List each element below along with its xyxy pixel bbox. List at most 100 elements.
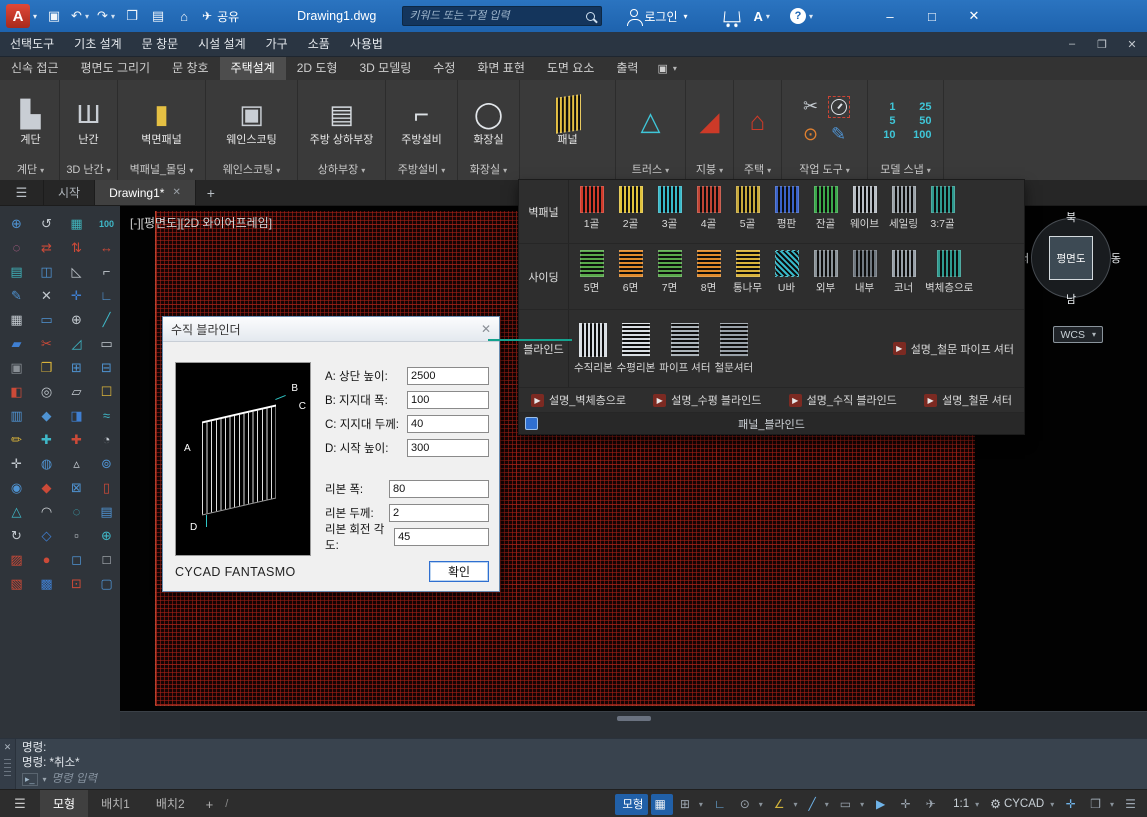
flyout-item[interactable]: 5골 bbox=[729, 185, 766, 232]
tool-icon[interactable]: ▢ bbox=[95, 572, 118, 595]
viewcube-face[interactable]: 평면도 bbox=[1049, 236, 1093, 280]
tool-icon[interactable]: ⊚ bbox=[95, 452, 118, 475]
tool-icon[interactable]: ◺ bbox=[65, 260, 88, 283]
tool-icon[interactable]: ◫ bbox=[35, 260, 58, 283]
tool-icon[interactable]: ◌ bbox=[5, 236, 28, 259]
tool-icon[interactable]: ⊟ bbox=[95, 356, 118, 379]
help-button[interactable]: ? bbox=[790, 8, 813, 24]
tool-icon[interactable]: ✎ bbox=[5, 284, 28, 307]
ribbon-big-button[interactable]: ▣ 웨인스코팅 bbox=[226, 96, 277, 146]
tool-icon[interactable]: 100 bbox=[95, 212, 118, 235]
quick-tool-icon[interactable]: ↷ bbox=[94, 4, 118, 28]
viewport-controls-label[interactable]: [-][평면도][2D 와이어프레임] bbox=[130, 214, 272, 231]
doc-tabs-menu-icon[interactable]: ☰ bbox=[0, 180, 44, 205]
tool-icon[interactable]: ▤ bbox=[5, 260, 28, 283]
flyout-pin-icon[interactable] bbox=[525, 417, 538, 430]
flyout-item[interactable]: 수평리본 bbox=[616, 322, 657, 376]
ribbon-tab[interactable]: 도면 요소 bbox=[536, 57, 606, 80]
cart-icon[interactable] bbox=[723, 11, 740, 22]
flyout-item[interactable]: 7면 bbox=[651, 249, 688, 296]
tool-icon[interactable]: ◌ bbox=[65, 500, 88, 523]
quick-tool-icon[interactable]: ↶ bbox=[68, 4, 92, 28]
tool-icon[interactable]: ◻ bbox=[65, 548, 88, 571]
flyout-help-link[interactable]: ▶ 설명_수평 블라인드 bbox=[653, 392, 761, 408]
tool-icon[interactable]: ⊡ bbox=[65, 572, 88, 595]
ribbon-big-button[interactable]: ◢ bbox=[700, 103, 720, 139]
snap-value-button[interactable]: 100 bbox=[904, 129, 932, 141]
login-button[interactable]: 로그인 ▾ bbox=[630, 8, 687, 25]
tool-icon[interactable]: ✛ bbox=[5, 452, 28, 475]
ribbon-panel-title[interactable]: 계단 bbox=[2, 161, 59, 180]
flyout-item[interactable]: 3골 bbox=[651, 185, 688, 232]
ok-button[interactable]: 확인 bbox=[429, 561, 489, 582]
flyout-item[interactable]: 벽체층으로 bbox=[924, 249, 974, 296]
flyout-help-link[interactable]: ▶ 설명_수직 블라인드 bbox=[789, 392, 897, 408]
flyout-item[interactable]: 내부 bbox=[846, 249, 883, 296]
flyout-item[interactable]: 1골 bbox=[573, 185, 610, 232]
ribbon-tab[interactable]: 3D 모델링 bbox=[348, 57, 422, 80]
tool-icon[interactable]: ◉ bbox=[5, 476, 28, 499]
flyout-item[interactable]: 4골 bbox=[690, 185, 727, 232]
tool-icon[interactable]: ◇ bbox=[35, 524, 58, 547]
flyout-item[interactable]: 웨이브 bbox=[846, 185, 883, 232]
status-toggle[interactable]: ▭ bbox=[836, 794, 868, 815]
tool-icon[interactable]: ⇄ bbox=[35, 236, 58, 259]
status-toggle[interactable]: 1:1 bbox=[946, 794, 983, 815]
menu-item[interactable]: 가구 bbox=[256, 32, 298, 56]
field-input[interactable]: 40 bbox=[407, 415, 489, 433]
ribbon-tab[interactable]: 수정 bbox=[422, 57, 466, 80]
tool-icon[interactable]: ❒ bbox=[35, 356, 58, 379]
pen-icon[interactable]: ✎ bbox=[831, 124, 846, 145]
tool-icon[interactable]: ▰ bbox=[5, 332, 28, 355]
tool-icon[interactable]: ▵ bbox=[65, 452, 88, 475]
ribbon-tab[interactable]: 주택설계 bbox=[220, 57, 286, 80]
flyout-item[interactable]: 세일링 bbox=[885, 185, 922, 232]
ribbon-display-toggle[interactable]: ▣ bbox=[649, 57, 684, 80]
tool-icon[interactable]: ◍ bbox=[35, 452, 58, 475]
app-logo[interactable]: A bbox=[6, 4, 30, 28]
tool-icon[interactable]: ◆ bbox=[35, 476, 58, 499]
wcs-selector[interactable]: WCS bbox=[1053, 326, 1103, 343]
mdi-minimize-button[interactable]: – bbox=[1057, 38, 1087, 51]
tab-drawing1[interactable]: Drawing1* ✕ bbox=[95, 180, 196, 205]
maximize-button[interactable]: □ bbox=[911, 0, 953, 32]
tool-icon[interactable]: ⊕ bbox=[5, 212, 28, 235]
status-toggle[interactable]: ⊞ bbox=[676, 794, 707, 815]
flyout-item[interactable]: 외부 bbox=[807, 249, 844, 296]
tool-icon[interactable]: ⇅ bbox=[65, 236, 88, 259]
status-toggle[interactable]: ∟ bbox=[710, 794, 733, 815]
flyout-item[interactable]: 철문셔터 bbox=[714, 322, 755, 376]
ribbon-big-button[interactable]: △ bbox=[641, 103, 661, 139]
tool-icon[interactable]: ↻ bbox=[5, 524, 28, 547]
tool-icon[interactable]: ▱ bbox=[65, 380, 88, 403]
ribbon-panel-title[interactable]: 지붕 bbox=[686, 161, 733, 180]
tool-icon[interactable]: ◆ bbox=[35, 404, 58, 427]
ribbon-tab[interactable]: 화면 표현 bbox=[466, 57, 536, 80]
viewcube-north[interactable]: 북 bbox=[1066, 209, 1076, 225]
tool-icon[interactable]: ≈ bbox=[95, 404, 118, 427]
tool-icon[interactable]: ⌐ bbox=[95, 260, 118, 283]
canvas-scrollbar[interactable] bbox=[120, 711, 1147, 738]
tool-icon[interactable]: ▦ bbox=[65, 212, 88, 235]
close-button[interactable]: ✕ bbox=[953, 0, 995, 32]
ribbon-panel-title[interactable]: 모델 스냅 bbox=[868, 161, 943, 180]
apps-button[interactable]: A bbox=[754, 9, 770, 24]
scrollbar-handle[interactable] bbox=[617, 716, 651, 721]
flyout-item[interactable]: 5면 bbox=[573, 249, 610, 296]
menu-item[interactable]: 선택도구 bbox=[0, 32, 64, 56]
ribbon-tab[interactable]: 문 창호 bbox=[161, 57, 219, 80]
dialog-close-icon[interactable]: ✕ bbox=[481, 322, 491, 336]
tool-icon[interactable]: △ bbox=[5, 500, 28, 523]
flyout-item[interactable]: 8면 bbox=[690, 249, 727, 296]
layout-tab[interactable]: 배치1 bbox=[88, 790, 143, 817]
tool-icon[interactable]: ▫ bbox=[65, 524, 88, 547]
flyout-item[interactable]: 6면 bbox=[612, 249, 649, 296]
field-input[interactable]: 2500 bbox=[407, 367, 489, 385]
scissors-icon[interactable]: ✂ bbox=[803, 96, 818, 117]
ribbon-panel-title[interactable]: 웨인스코팅 bbox=[206, 161, 297, 180]
tool-icon[interactable]: ▨ bbox=[5, 548, 28, 571]
layout-tab[interactable]: 모형 bbox=[40, 790, 88, 817]
command-grip-handle[interactable] bbox=[4, 756, 11, 776]
snap-value-button[interactable]: 10 bbox=[880, 129, 896, 141]
minimize-button[interactable]: – bbox=[869, 0, 911, 32]
